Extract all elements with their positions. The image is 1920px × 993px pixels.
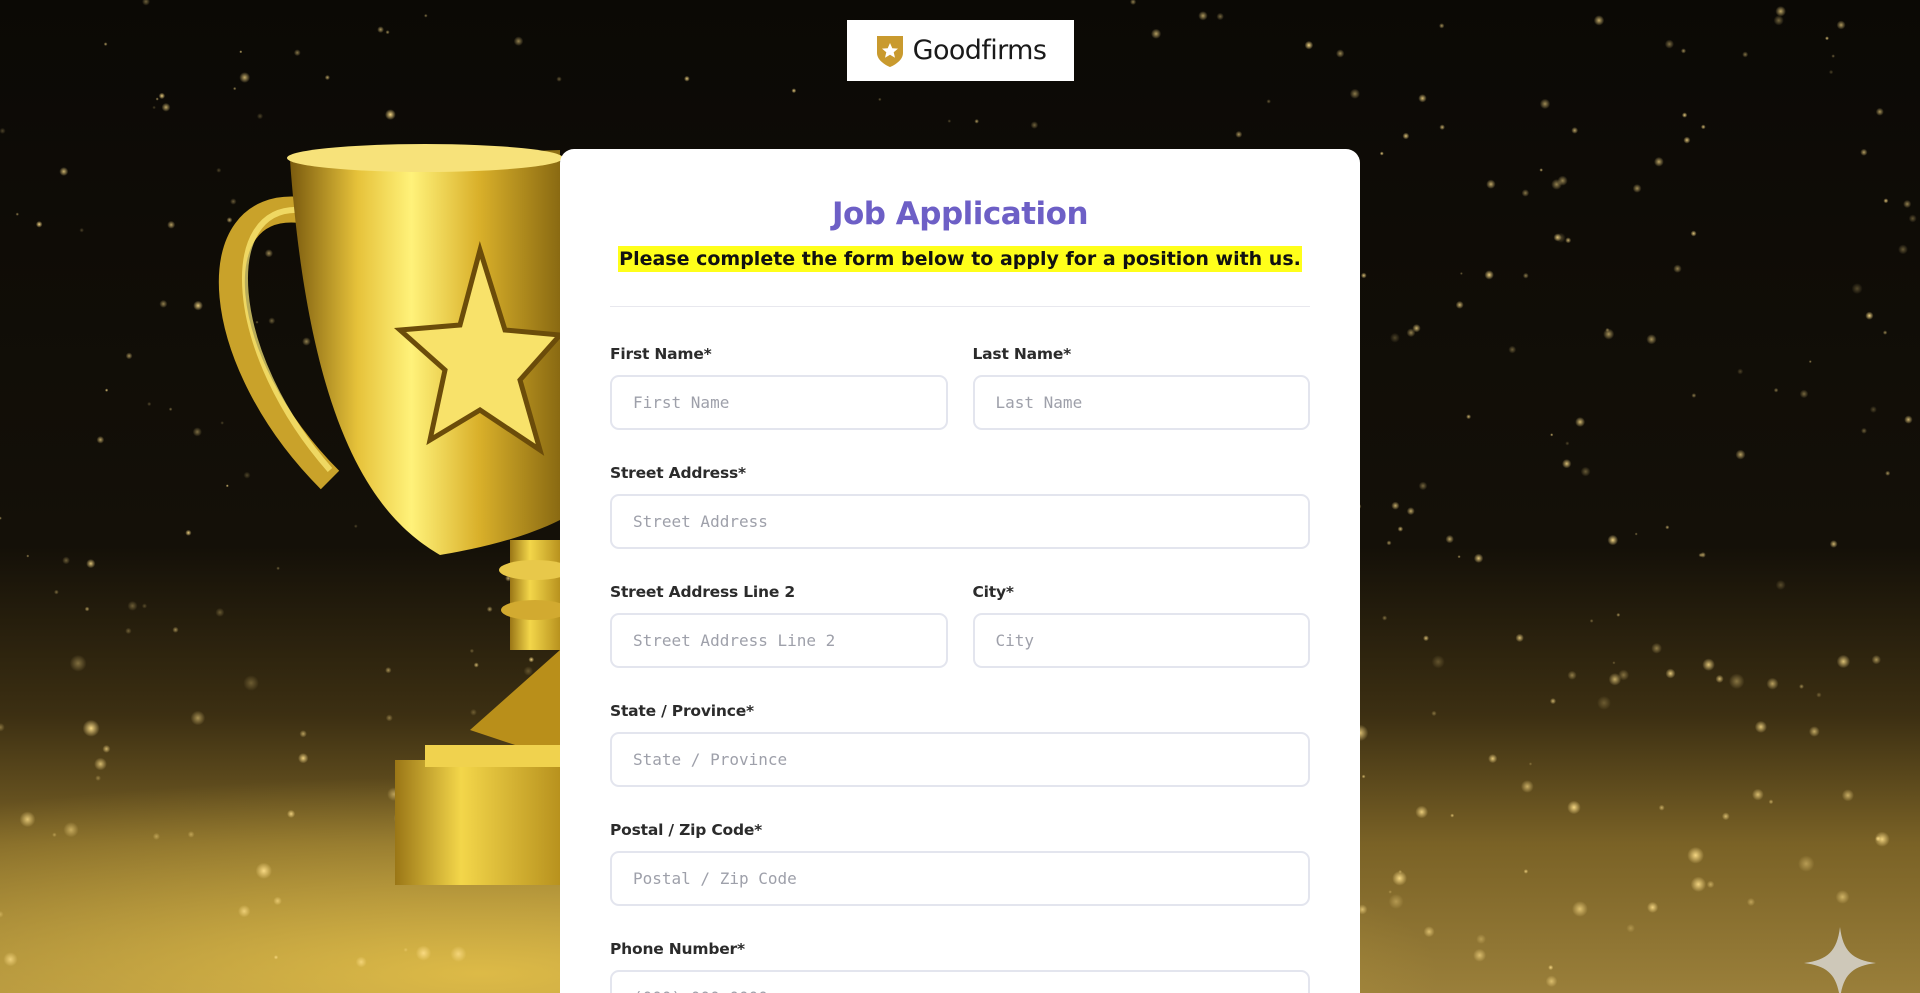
state-field: State / Province*	[610, 701, 1310, 787]
city-label: City*	[972, 583, 1015, 601]
street-address-2-field: Street Address Line 2	[610, 582, 948, 668]
state-label: State / Province*	[610, 702, 754, 720]
last-name-input[interactable]	[972, 375, 1310, 430]
address2-city-row: Street Address Line 2 City*	[610, 582, 1310, 668]
form-subtitle-wrap: Please complete the form below to apply …	[610, 246, 1310, 272]
street-address-2-label: Street Address Line 2	[610, 583, 795, 601]
shield-star-icon	[876, 35, 903, 67]
form-title: Job Application	[831, 196, 1089, 232]
sparkle-icon	[1804, 927, 1876, 993]
state-input[interactable]	[610, 732, 1310, 787]
street-address-input[interactable]	[610, 494, 1310, 549]
brand-logo[interactable]: Goodfirms	[847, 20, 1074, 81]
phone-label: Phone Number*	[610, 940, 745, 958]
street-address-field: Street Address*	[610, 463, 1310, 549]
phone-field: Phone Number*	[610, 939, 1310, 993]
last-name-label: Last Name*	[972, 345, 1072, 363]
postal-input[interactable]	[610, 851, 1310, 906]
first-name-input[interactable]	[610, 375, 948, 430]
name-row: First Name* Last Name*	[610, 344, 1310, 430]
phone-row: Phone Number*	[610, 939, 1310, 993]
first-name-label: First Name*	[610, 345, 712, 363]
phone-input[interactable]	[610, 970, 1310, 993]
first-name-field: First Name*	[610, 344, 948, 430]
form-subtitle: Please complete the form below to apply …	[618, 246, 1302, 272]
last-name-field: Last Name*	[972, 344, 1310, 430]
postal-label: Postal / Zip Code*	[610, 821, 763, 839]
brand-name: Goodfirms	[912, 35, 1047, 66]
street-address-row: Street Address*	[610, 463, 1310, 549]
job-application-form: Job Application Please complete the form…	[560, 149, 1360, 993]
postal-row: Postal / Zip Code*	[610, 820, 1310, 906]
city-field: City*	[972, 582, 1310, 668]
street-address-2-input[interactable]	[610, 613, 948, 668]
state-row: State / Province*	[610, 701, 1310, 787]
city-input[interactable]	[972, 613, 1310, 668]
street-address-label: Street Address*	[610, 464, 746, 482]
page: Goodfirms Job Application Please complet…	[0, 0, 1920, 993]
postal-field: Postal / Zip Code*	[610, 820, 1310, 906]
divider	[610, 306, 1310, 307]
